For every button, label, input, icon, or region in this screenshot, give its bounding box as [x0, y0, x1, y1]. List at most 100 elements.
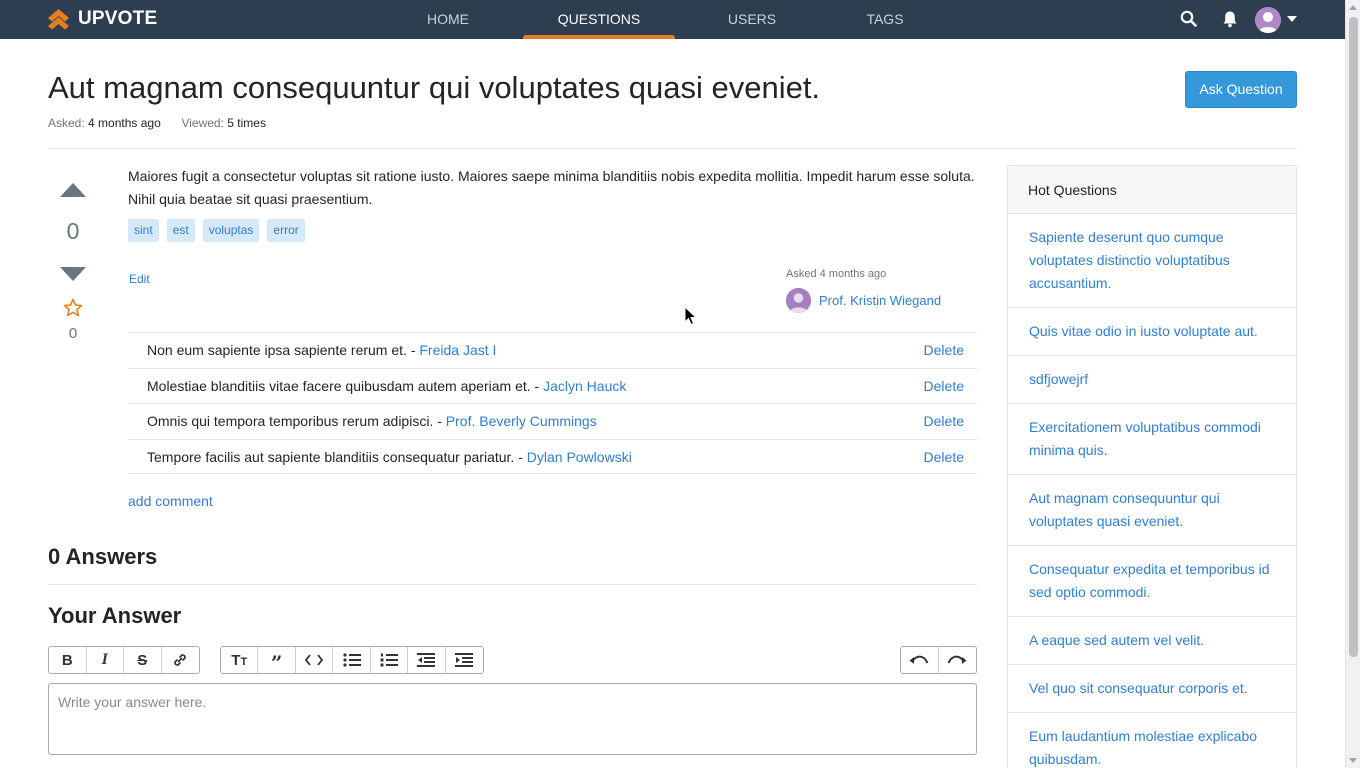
notification-bell-icon[interactable]	[1222, 10, 1238, 28]
code-button[interactable]	[296, 647, 334, 673]
scroll-thumb[interactable]	[1349, 17, 1358, 657]
hot-question-link[interactable]: Consequatur expedita et temporibus id se…	[1029, 561, 1269, 600]
bullet-list-icon	[342, 653, 361, 667]
ask-question-button[interactable]: Ask Question	[1185, 71, 1297, 108]
question-meta: Asked: 4 months ago Viewed: 5 times	[48, 116, 266, 130]
bold-button[interactable]: B	[49, 647, 87, 673]
tag[interactable]: error	[267, 219, 305, 242]
scroll-down-arrow-icon[interactable]	[1349, 758, 1357, 763]
comment-item: Omnis qui tempora temporibus rerum adipi…	[128, 403, 977, 439]
indent-button[interactable]	[446, 647, 483, 673]
search-icon[interactable]	[1180, 10, 1197, 27]
comment-author-link[interactable]: Jaclyn Hauck	[543, 378, 626, 394]
italic-button[interactable]: I	[87, 647, 124, 673]
link-icon	[174, 654, 187, 666]
user-avatar-icon	[1255, 7, 1281, 33]
undo-icon	[909, 655, 929, 664]
tag[interactable]: voluptas	[202, 219, 260, 242]
comment-text: Non eum sapiente ipsa sapiente rerum et.…	[147, 342, 416, 358]
outdent-icon	[417, 653, 436, 667]
asked-value: 4 months ago	[88, 116, 161, 130]
nav-home[interactable]: HOME	[410, 0, 486, 39]
mouse-cursor-icon	[684, 306, 697, 326]
question-title: Aut magnam consequuntur qui voluptates q…	[48, 70, 821, 105]
comment-author-link[interactable]: Prof. Beverly Cummings	[446, 413, 597, 429]
bold-icon: B	[61, 651, 73, 669]
undo-button[interactable]	[901, 647, 939, 673]
delete-comment-button[interactable]: Delete	[924, 369, 964, 403]
quote-icon: ”	[270, 651, 283, 674]
favorite-star-icon[interactable]	[63, 298, 83, 317]
question-body: Maiores fugit a consectetur voluptas sit…	[128, 168, 975, 207]
numbered-list-button[interactable]	[371, 647, 409, 673]
comment-text: Omnis qui tempora temporibus rerum adipi…	[147, 413, 442, 429]
hot-question-item: Eum laudantium molestiae explicabo quibu…	[1008, 713, 1296, 768]
hot-question-item: Sapiente deserunt quo cumque voluptates …	[1008, 214, 1296, 308]
nav-users[interactable]: USERS	[712, 0, 792, 39]
nav-questions[interactable]: QUESTIONS	[523, 0, 675, 39]
viewed-label: Viewed:	[181, 116, 224, 130]
delete-comment-button[interactable]: Delete	[924, 333, 964, 367]
nav-active-indicator	[523, 35, 675, 39]
comment-list: Non eum sapiente ipsa sapiente rerum et.…	[128, 332, 977, 474]
comment-text: Tempore facilis aut sapiente blanditiis …	[147, 448, 523, 465]
edit-link[interactable]: Edit	[129, 272, 150, 286]
caret-down-icon[interactable]	[1287, 16, 1297, 22]
hot-question-link[interactable]: Sapiente deserunt quo cumque voluptates …	[1029, 229, 1230, 291]
redo-button[interactable]	[939, 647, 977, 673]
author-name-link[interactable]: Prof. Kristin Wiegand	[819, 293, 941, 308]
hot-question-item: Consequatur expedita et temporibus id se…	[1008, 546, 1296, 617]
answer-textarea[interactable]: Write your answer here.	[48, 683, 977, 755]
quote-button[interactable]: ”	[258, 647, 296, 674]
tag[interactable]: est	[166, 219, 195, 242]
hot-question-item: sdfjowejrf	[1008, 356, 1296, 404]
delete-comment-button[interactable]: Delete	[924, 404, 964, 438]
brand[interactable]: UPVOTE	[47, 8, 157, 30]
downvote-arrow-icon[interactable]	[60, 266, 86, 282]
page-scrollbar[interactable]	[1345, 0, 1360, 768]
hot-question-link[interactable]: Quis vitae odio in iusto voluptate aut.	[1029, 323, 1258, 339]
indent-icon	[455, 653, 474, 667]
your-answer-heading: Your Answer	[48, 603, 182, 628]
tag-list: sint est voluptas error	[128, 219, 305, 242]
vote-count: 0	[66, 218, 80, 244]
outdent-button[interactable]	[408, 647, 446, 673]
comment-author-link[interactable]: Freida Jast I	[419, 342, 496, 358]
header-divider	[48, 148, 1297, 149]
answers-heading: 0 Answers	[48, 544, 158, 569]
bullet-list-button[interactable]	[333, 647, 371, 673]
author-info: Prof. Kristin Wiegand	[786, 288, 941, 313]
comment-item: Molestiae blanditiis vitae facere quibus…	[128, 367, 977, 404]
add-comment-link[interactable]: add comment	[128, 493, 213, 509]
viewed-value: 5 times	[227, 116, 266, 130]
hot-question-link[interactable]: Exercitationem voluptatibus commodi mini…	[1029, 419, 1261, 458]
strikethrough-button[interactable]: S	[124, 647, 162, 673]
comment-item: Tempore facilis aut sapiente blanditiis …	[128, 438, 977, 474]
nav-tags[interactable]: TAGS	[850, 0, 920, 39]
user-avatar[interactable]	[1255, 7, 1281, 33]
top-navbar: UPVOTE HOME QUESTIONS USERS TAGS	[0, 0, 1345, 39]
upvote-arrow-icon[interactable]	[60, 182, 86, 198]
comment-author-link[interactable]: Dylan Powlowski	[527, 449, 632, 465]
hot-question-item: Aut magnam consequuntur qui voluptates q…	[1008, 475, 1296, 546]
hot-question-link[interactable]: A eaque sed autem vel velit.	[1029, 632, 1204, 648]
numbered-list-icon	[380, 653, 398, 667]
redo-icon	[947, 655, 967, 664]
hot-question-link[interactable]: sdfjowejrf	[1029, 371, 1088, 387]
hot-question-item: Quis vitae odio in iusto voluptate aut.	[1008, 308, 1296, 356]
hot-question-link[interactable]: Eum laudantium molestiae explicabo quibu…	[1029, 728, 1257, 767]
tag[interactable]: sint	[128, 219, 159, 242]
hot-question-link[interactable]: Vel quo sit consequatur corporis et.	[1029, 680, 1248, 696]
link-button[interactable]	[162, 647, 199, 673]
scroll-up-arrow-icon[interactable]	[1349, 5, 1357, 10]
hot-question-link[interactable]: Aut magnam consequuntur qui voluptates q…	[1029, 490, 1220, 529]
comment-text: Molestiae blanditiis vitae facere quibus…	[147, 377, 540, 394]
toolbar-history-group	[900, 646, 977, 674]
author-avatar	[786, 288, 811, 313]
delete-comment-button[interactable]: Delete	[924, 440, 964, 474]
hot-questions-title: Hot Questions	[1008, 166, 1296, 214]
hot-question-item: Exercitationem voluptatibus commodi mini…	[1008, 404, 1296, 475]
heading-button[interactable]: TT	[221, 647, 259, 673]
hot-questions-card: Hot Questions Sapiente deserunt quo cumq…	[1007, 165, 1297, 768]
author-avatar-icon	[786, 288, 811, 313]
